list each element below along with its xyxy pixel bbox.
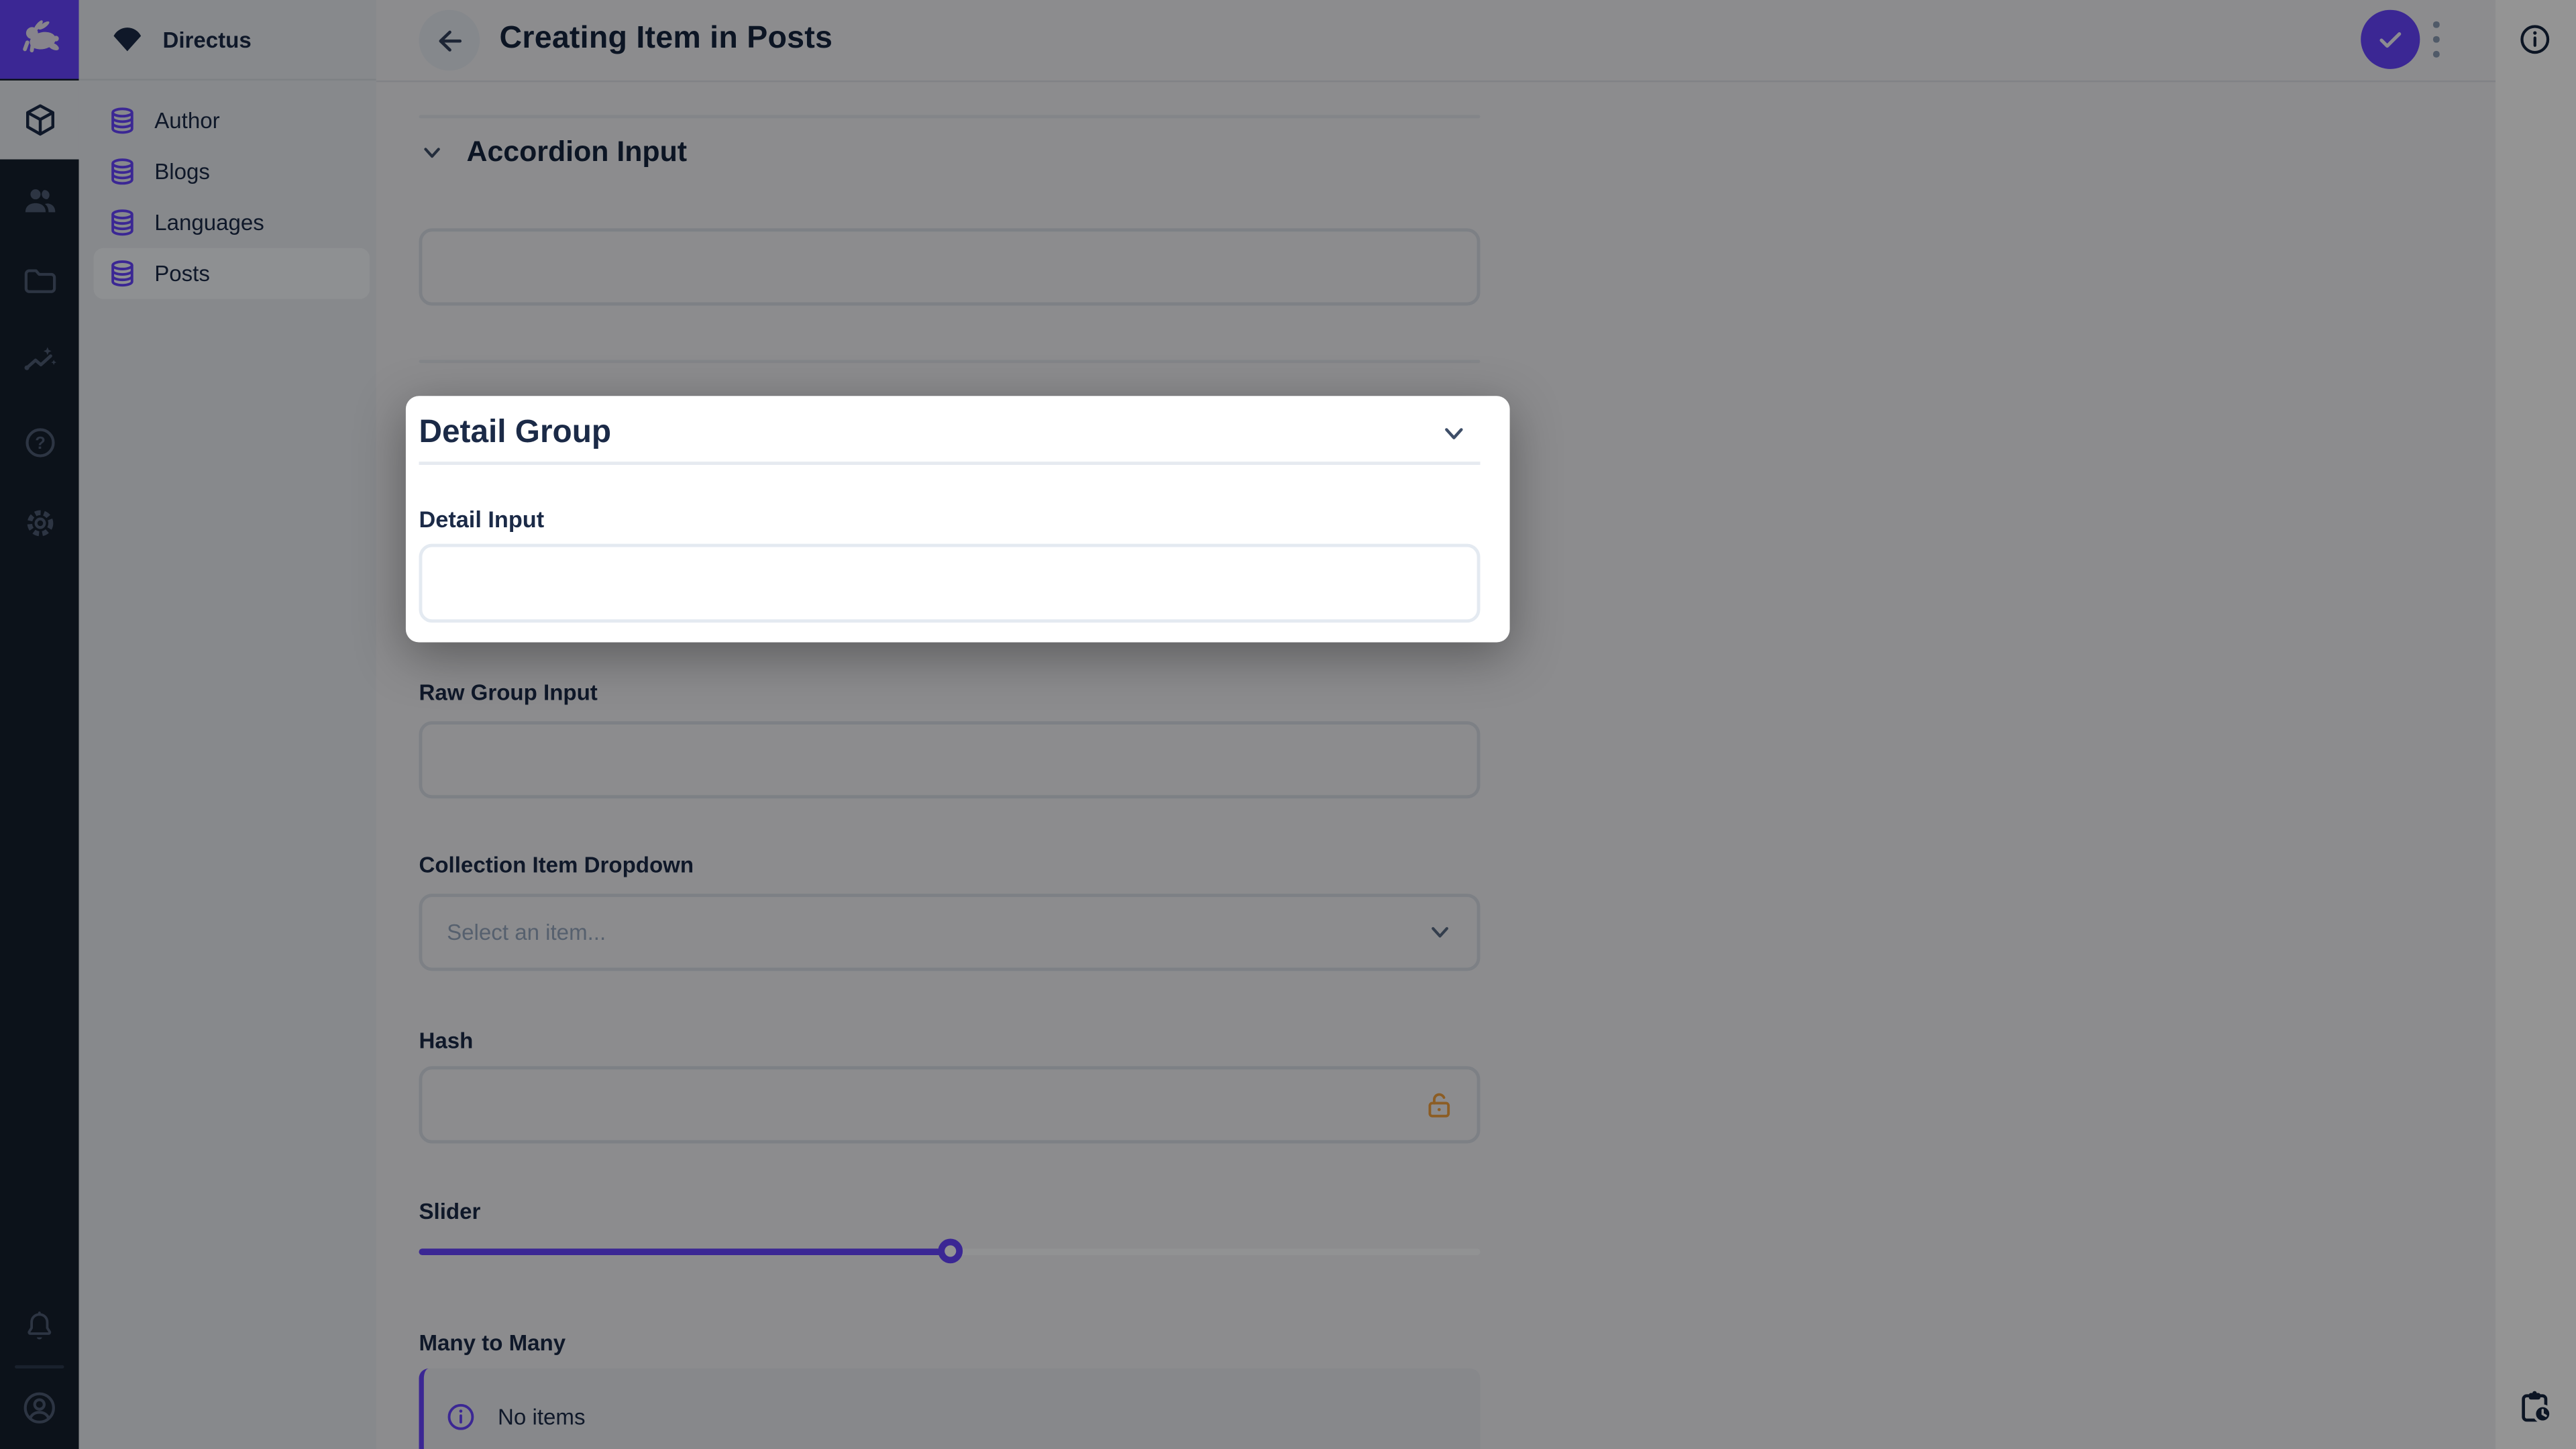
detail-input-label: Detail Input (419, 506, 545, 533)
app-window: ? Directus Author Blogs Languages Posts … (0, 0, 2576, 1449)
detail-group-divider (419, 462, 1481, 466)
chevron-down-icon (1441, 421, 1467, 447)
detail-group-title: Detail Group (419, 414, 612, 451)
detail-group-collapse-button[interactable] (1441, 421, 1467, 447)
detail-group-card: Detail Group Detail Input (405, 396, 1510, 643)
detail-input[interactable] (419, 543, 1481, 623)
dim-overlay (0, 0, 2576, 1449)
